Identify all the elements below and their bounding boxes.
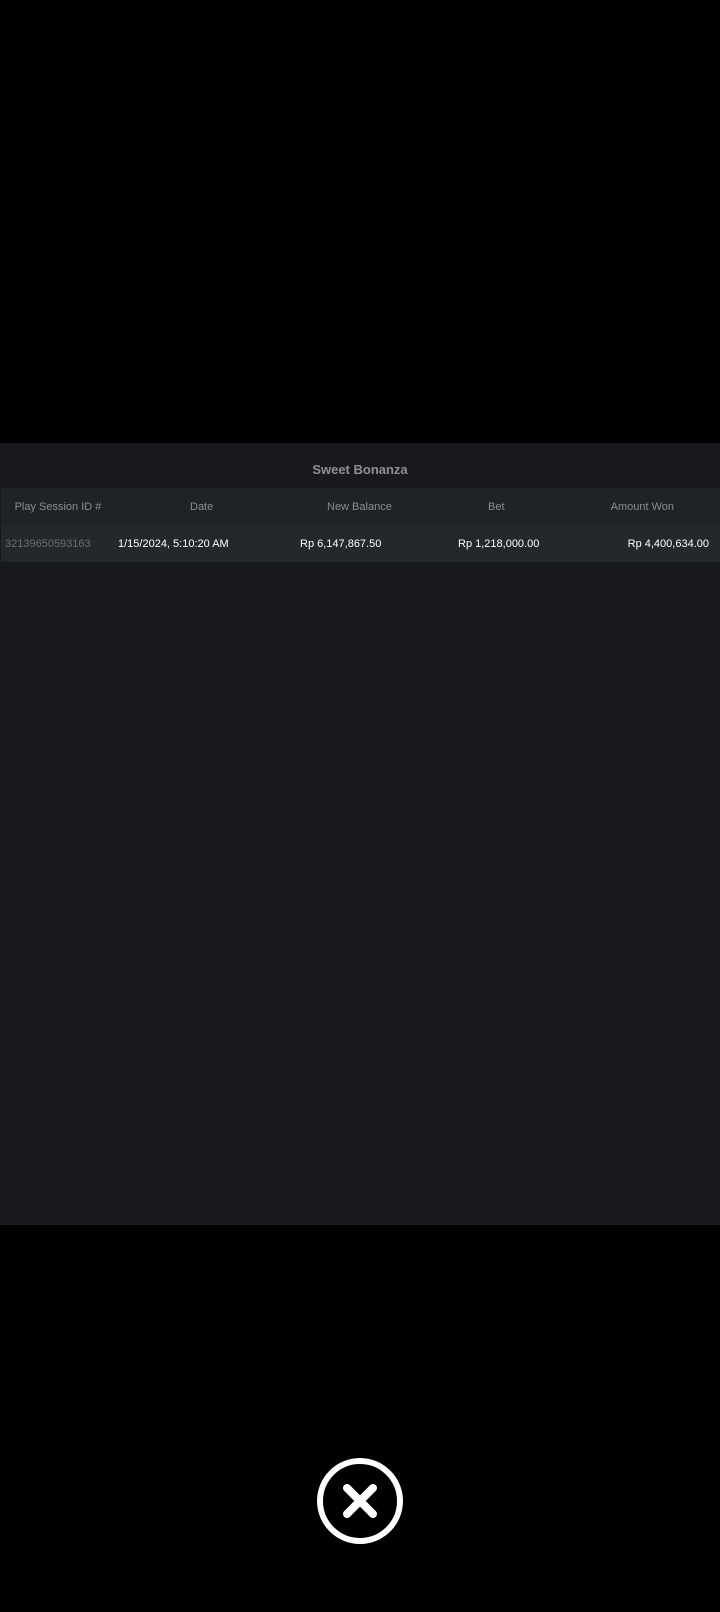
column-header-amount-won: Amount Won xyxy=(610,500,674,513)
column-header-bet: Bet xyxy=(488,500,505,513)
history-table: Play Session ID # Date New Balance Bet A… xyxy=(1,488,720,562)
table-row[interactable]: 32139650593163 1/15/2024, 5:10:20 AM Rp … xyxy=(1,525,720,562)
panel-title: Sweet Bonanza xyxy=(312,462,408,477)
game-history-panel: Sweet Bonanza Play Session ID # Date New… xyxy=(0,443,720,1225)
amount-won-cell: Rp 4,400,634.00 xyxy=(627,537,709,550)
column-header-new-balance: New Balance xyxy=(327,500,392,513)
new-balance-cell: Rp 6,147,867.50 xyxy=(300,537,382,550)
session-id-cell: 32139650593163 xyxy=(5,537,91,550)
bet-cell: Rp 1,218,000.00 xyxy=(458,537,540,550)
date-cell: 1/15/2024, 5:10:20 AM xyxy=(118,537,229,550)
close-button[interactable] xyxy=(317,1458,403,1544)
close-icon xyxy=(343,1484,377,1518)
column-header-session-id: Play Session ID # xyxy=(14,500,102,513)
table-header-row: Play Session ID # Date New Balance Bet A… xyxy=(1,488,720,525)
column-header-date: Date xyxy=(190,500,214,513)
